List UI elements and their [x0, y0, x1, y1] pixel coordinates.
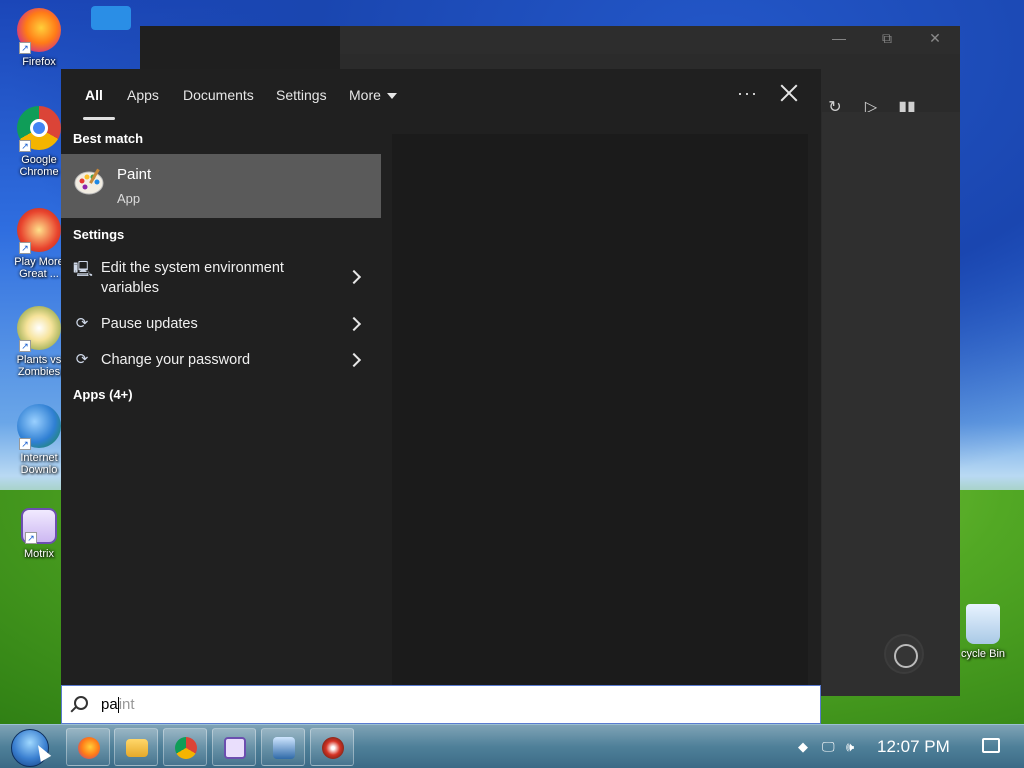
paint-palette-icon: [74, 168, 104, 195]
computer-settings-icon: 🖳: [73, 261, 94, 278]
chevron-right-icon: [346, 352, 362, 368]
settings-heading: Settings: [73, 227, 125, 242]
search-query-typed: pa: [101, 696, 118, 713]
settings-item-environment-variables[interactable]: 🖳 Edit the system environment variables: [61, 257, 381, 301]
settings-item-pause-updates[interactable]: ⟳ Pause updates: [61, 313, 381, 337]
desktop-icon-label: Plants vs Zombies: [16, 354, 62, 378]
action-center-icon[interactable]: [982, 738, 1000, 753]
desktop-icon-label: cycle Bin: [960, 648, 1006, 660]
taskbar: ◆ 🖵 🕪 12:07 PM: [0, 724, 1024, 768]
shortcut-arrow-icon: ↗: [19, 140, 31, 152]
motrix-icon: [224, 737, 246, 759]
desktop-icon-label: Motrix: [24, 548, 54, 560]
desktop-icon-label: Google Chrome: [19, 154, 59, 178]
tab-apps[interactable]: Apps: [127, 87, 159, 103]
desktop-icon-label: Play More Great ...: [14, 256, 64, 280]
download-manager-icon: ↗: [17, 404, 61, 450]
firefox-icon: ↗: [17, 8, 61, 54]
image-viewer-icon: [273, 737, 295, 759]
tray-monitor-icon[interactable]: 🖵: [822, 739, 835, 755]
tab-all[interactable]: All: [85, 87, 103, 103]
window-titlebar: [340, 26, 960, 54]
caret-down-icon: [386, 93, 397, 100]
window-top-area: [140, 26, 340, 70]
settings-item-label: Edit the system environment variables: [101, 260, 284, 296]
chrome-icon: [175, 737, 197, 759]
more-options-icon[interactable]: ···: [737, 83, 758, 104]
recycle-bin-icon: [966, 604, 1000, 644]
tab-settings[interactable]: Settings: [276, 87, 327, 103]
desktop-icon-vscode[interactable]: [86, 6, 136, 34]
desktop-icon-firefox[interactable]: ↗ Firefox: [8, 8, 70, 68]
apps-heading[interactable]: Apps (4+): [73, 387, 133, 402]
taskbar-firefox[interactable]: [66, 728, 110, 766]
tab-more-label: More: [349, 87, 381, 103]
settings-item-label: Pause updates: [101, 316, 198, 332]
vscode-icon: [91, 6, 131, 30]
sync-icon: ⟳: [75, 315, 89, 332]
tray-volume-icon[interactable]: 🕪: [846, 739, 854, 755]
firefox-icon: [78, 737, 100, 759]
shortcut-arrow-icon: ↗: [19, 340, 31, 352]
settings-item-change-password[interactable]: ⟳ Change your password: [61, 349, 381, 373]
settings-item-label: Change your password: [101, 352, 251, 368]
shortcut-arrow-icon: ↗: [25, 532, 37, 544]
folder-icon: [126, 739, 148, 757]
shortcut-arrow-icon: ↗: [19, 42, 31, 54]
media-app-icon: [322, 737, 344, 759]
best-match-type: App: [117, 191, 141, 206]
minimize-icon[interactable]: —: [826, 30, 852, 46]
speedometer-icon[interactable]: [884, 634, 924, 674]
search-icon: [74, 696, 88, 710]
search-tabs: All Apps Documents Settings More ···: [61, 69, 821, 121]
search-box[interactable]: paint: [61, 685, 821, 724]
taskbar-app-image[interactable]: [261, 728, 305, 766]
tab-documents[interactable]: Documents: [183, 87, 254, 103]
motrix-icon: ↗: [21, 508, 57, 544]
taskbar-chrome[interactable]: [163, 728, 207, 766]
popcap-icon: ↗: [17, 208, 61, 254]
best-match-item[interactable]: Paint App: [61, 154, 381, 218]
active-tab-indicator: [83, 117, 115, 120]
plants-vs-zombies-icon: ↗: [17, 306, 61, 352]
maximize-icon[interactable]: ⧉: [874, 30, 900, 47]
taskbar-app-red[interactable]: [310, 728, 354, 766]
taskbar-file-explorer[interactable]: [114, 728, 158, 766]
chrome-icon: ↗: [17, 106, 61, 152]
sync-icon: ⟳: [75, 351, 89, 368]
best-match-name: Paint: [117, 166, 152, 183]
shortcut-arrow-icon: ↗: [19, 438, 31, 450]
search-input[interactable]: paint: [101, 696, 135, 714]
preview-pane: [392, 134, 808, 685]
chevron-right-icon: [346, 316, 362, 332]
close-window-icon[interactable]: ✕: [922, 30, 948, 47]
best-match-heading: Best match: [73, 131, 144, 146]
tab-more[interactable]: More: [349, 87, 397, 103]
search-query-suggestion: int: [118, 696, 135, 713]
desktop-icon-label: Internet Downlo: [20, 452, 58, 476]
taskbar-motrix[interactable]: [212, 728, 256, 766]
window-side-panel: [822, 112, 960, 696]
chevron-right-icon: [346, 269, 362, 285]
search-panel: All Apps Documents Settings More ··· Bes…: [61, 69, 821, 685]
taskbar-clock[interactable]: 12:07 PM: [877, 737, 950, 757]
shortcut-arrow-icon: ↗: [19, 242, 31, 254]
tray-network-diamond-icon[interactable]: ◆: [798, 739, 808, 755]
close-icon[interactable]: [777, 81, 801, 105]
desktop-icon-label: Firefox: [22, 56, 56, 68]
desktop-icon-recycle-bin[interactable]: cycle Bin: [952, 604, 1014, 660]
